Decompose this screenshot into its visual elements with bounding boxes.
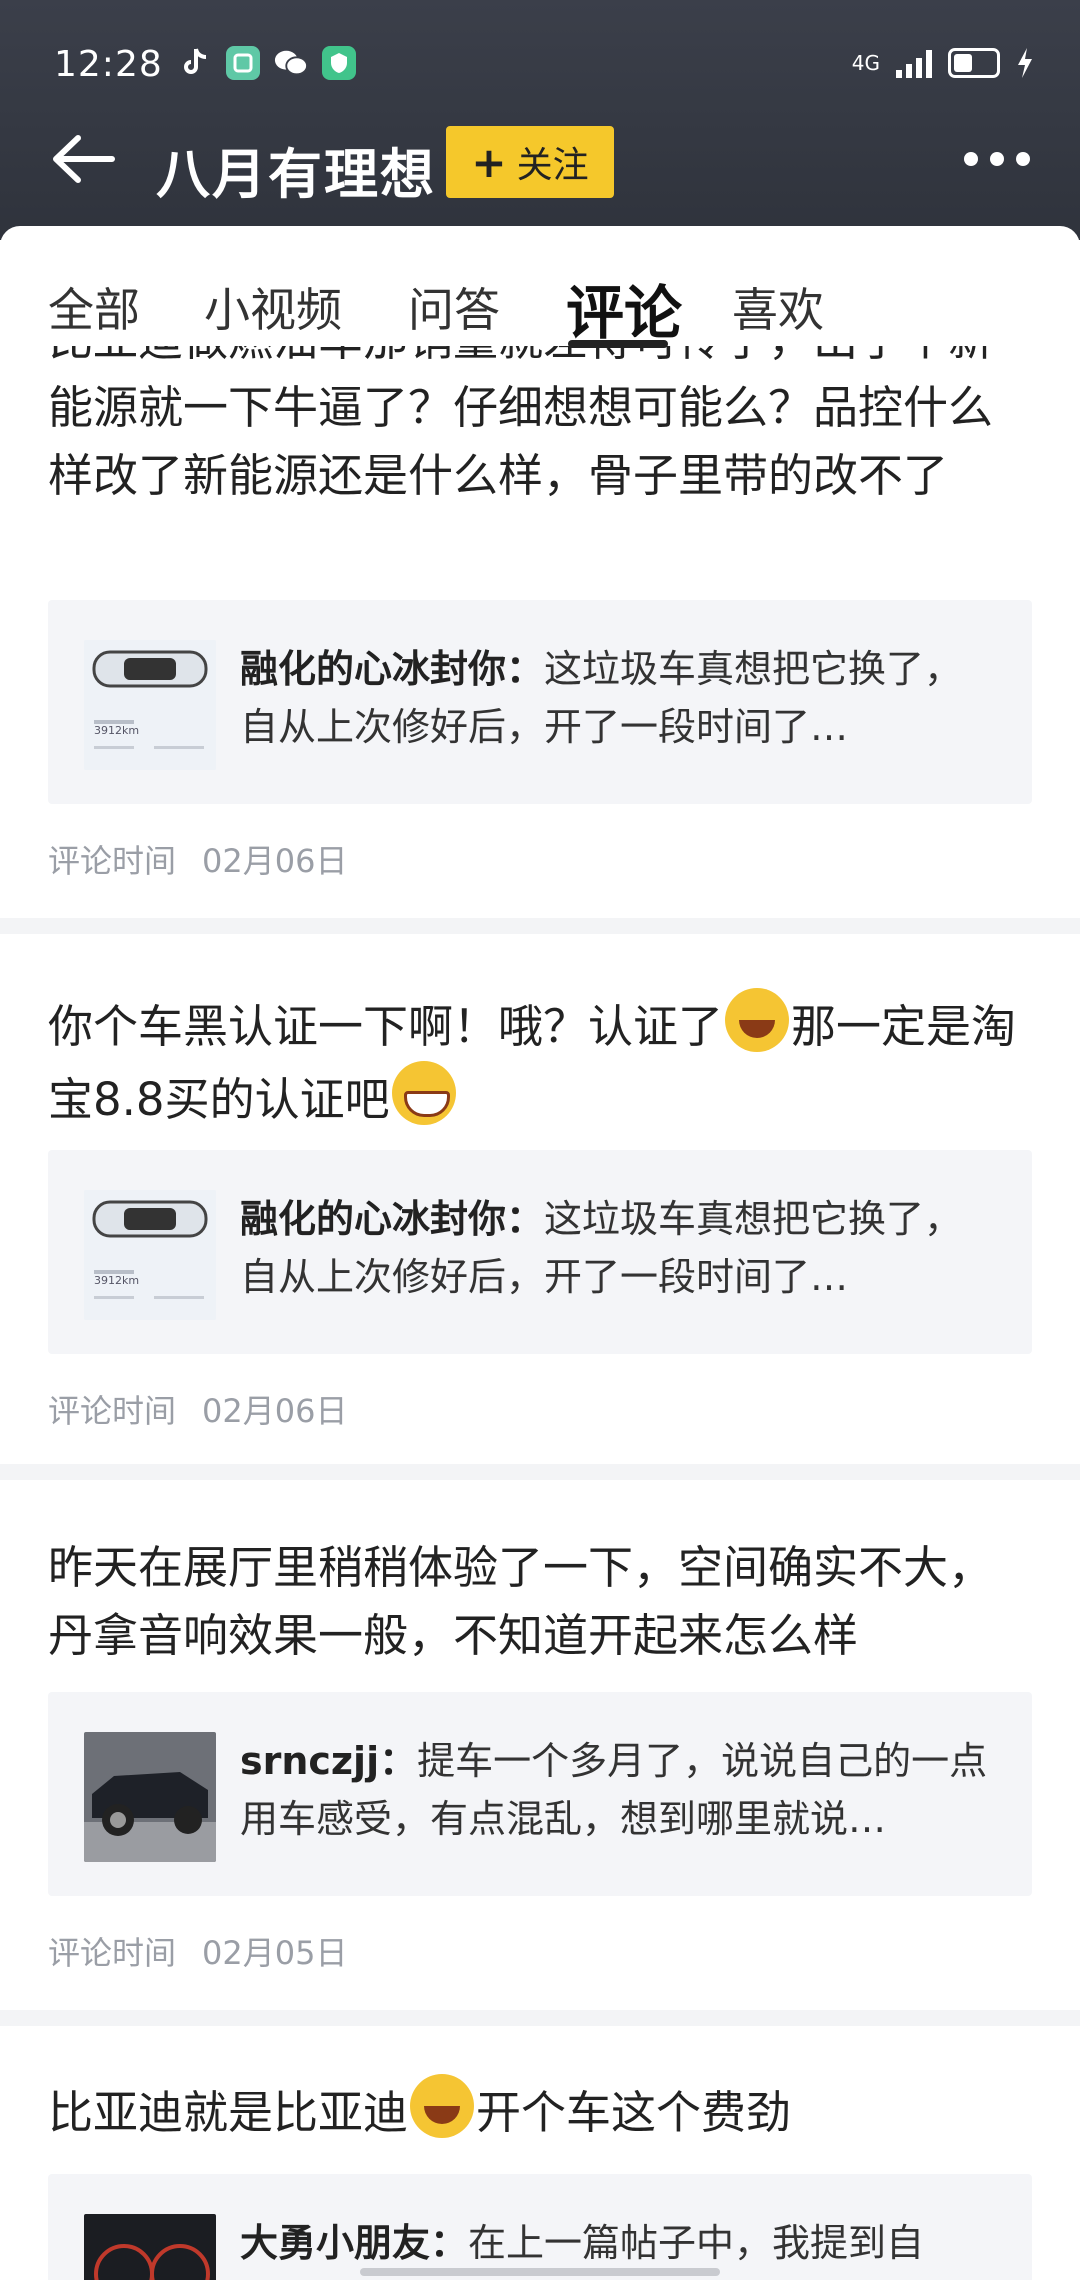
list-item[interactable]: 你个车黑认证一下啊！哦？认证了 那一定是淘宝8.8买的认证吧 3912km 融化的… — [0, 934, 1080, 1464]
wechat-icon — [274, 46, 308, 80]
tab-comments[interactable]: 评论 — [566, 266, 682, 350]
app-header: 12:28 4G 八月有理想 + 关注 — [0, 0, 1080, 240]
follow-label: 关注 — [516, 145, 589, 186]
quoted-author: 融化的心冰封你： — [240, 647, 545, 691]
post-thumbnail: 3912km — [84, 1190, 216, 1320]
comment-text: 昨天在展厅里稍稍体验了一下，空间确实不大，丹拿音响效果一般，不知道开起来怎么样 — [48, 1541, 994, 1662]
shield-app-icon — [322, 46, 356, 80]
follow-button[interactable]: + 关注 — [446, 126, 614, 198]
laughing-emoji-icon — [410, 2074, 475, 2138]
status-bar: 12:28 4G — [0, 0, 1080, 130]
comment-part: 比亚迪就是比亚迪 — [48, 2086, 409, 2139]
quoted-text: 融化的心冰封你：这垃圾车真想把它换了，自从上次修好后，开了一段时间了… — [240, 640, 1000, 756]
quoted-post[interactable]: 3912km 融化的心冰封你：这垃圾车真想把它换了，自从上次修好后，开了一段时间… — [48, 600, 1032, 804]
time-label: 评论时间 — [48, 842, 177, 880]
more-options-icon[interactable] — [964, 152, 1030, 166]
status-time: 12:28 — [54, 44, 163, 85]
quoted-text: 融化的心冰封你：这垃圾车真想把它换了，自从上次修好后，开了一段时间了… — [240, 1190, 1000, 1306]
comment-part: 开个车这个费劲 — [476, 2086, 792, 2139]
notification-icons — [178, 46, 356, 80]
comment-time: 评论时间 02月05日 — [48, 1928, 347, 1974]
grinning-emoji-icon — [391, 1061, 456, 1125]
plus-icon: + — [471, 137, 507, 187]
home-indicator — [360, 2268, 720, 2276]
time-value: 02月06日 — [202, 842, 348, 880]
back-arrow-icon[interactable] — [50, 134, 116, 184]
battery-icon — [948, 48, 1000, 78]
tab-likes[interactable]: 喜欢 — [732, 274, 824, 340]
laughing-emoji-icon — [725, 988, 790, 1052]
quoted-author: 融化的心冰封你： — [240, 1197, 545, 1241]
quoted-author: srnczjj： — [240, 1739, 418, 1783]
app-icon — [226, 46, 260, 80]
tab-qa[interactable]: 问答 — [408, 274, 500, 340]
page-title: 八月有理想 — [156, 143, 436, 206]
comment-text: 比亚迪就是比亚迪 开个车这个费劲 — [48, 2074, 1028, 2147]
comment-time: 评论时间 02月06日 — [48, 1386, 347, 1432]
signal-icon — [896, 48, 932, 78]
quoted-text: srnczjj：提车一个多月了，说说自己的一点用车感受，有点混乱，想到哪里就说… — [240, 1732, 1000, 1848]
tab-bar: 全部 小视频 问答 评论 喜欢 — [0, 226, 1080, 348]
list-item[interactable]: 昨天在展厅里稍稍体验了一下，空间确实不大，丹拿音响效果一般，不知道开起来怎么样 … — [0, 1480, 1080, 2010]
tiktok-icon — [178, 46, 212, 80]
comment-time: 评论时间 02月06日 — [48, 836, 347, 882]
quoted-text: 大勇小朋友：在上一篇帖子中，我提到自 — [240, 2214, 1000, 2272]
network-type: 4G — [851, 51, 880, 75]
quoted-post[interactable]: 3912km 融化的心冰封你：这垃圾车真想把它换了，自从上次修好后，开了一段时间… — [48, 1150, 1032, 1354]
divider — [0, 918, 1080, 934]
thumbnail-mileage: 3912km — [94, 1274, 140, 1287]
post-thumbnail — [84, 1732, 216, 1862]
comment-body: 能源就一下牛逼了？仔细想想可能么？品控什么样改了新能源还是什么样，骨子里带的改不… — [48, 381, 994, 502]
quoted-post[interactable]: 大勇小朋友：在上一篇帖子中，我提到自 — [48, 2174, 1032, 2280]
divider — [0, 2010, 1080, 2026]
time-label: 评论时间 — [48, 1934, 177, 1972]
thumbnail-mileage: 3912km — [94, 724, 140, 737]
system-status: 4G — [852, 48, 1034, 78]
quoted-body: 在上一篇帖子中，我提到自 — [468, 2221, 925, 2265]
comment-feed[interactable]: 比亚迪做燃油车那销量就差得可怜了，出了个新 能源就一下牛逼了？仔细想想可能么？品… — [0, 306, 1080, 2280]
comment-part: 你个车黑认证一下啊！哦？认证了 — [48, 1000, 724, 1053]
charging-icon — [1018, 48, 1032, 78]
quoted-post[interactable]: srnczjj：提车一个多月了，说说自己的一点用车感受，有点混乱，想到哪里就说… — [48, 1692, 1032, 1896]
time-value: 02月05日 — [202, 1934, 348, 1972]
time-value: 02月06日 — [202, 1392, 348, 1430]
quoted-author: 大勇小朋友： — [240, 2221, 469, 2265]
tab-all[interactable]: 全部 — [48, 274, 140, 340]
divider — [0, 1464, 1080, 1480]
comment-text: 你个车黑认证一下啊！哦？认证了 那一定是淘宝8.8买的认证吧 — [48, 988, 1028, 1134]
list-item[interactable]: 比亚迪做燃油车那销量就差得可怜了，出了个新 能源就一下牛逼了？仔细想想可能么？品… — [0, 306, 1080, 918]
post-thumbnail: 3912km — [84, 640, 216, 770]
active-tab-indicator — [568, 340, 668, 348]
post-thumbnail — [84, 2214, 216, 2280]
list-item[interactable]: 比亚迪就是比亚迪 开个车这个费劲 大勇小朋友：在上一篇帖子中，我提到自 — [0, 2026, 1080, 2280]
time-label: 评论时间 — [48, 1392, 177, 1430]
tab-short-video[interactable]: 小视频 — [204, 274, 342, 340]
